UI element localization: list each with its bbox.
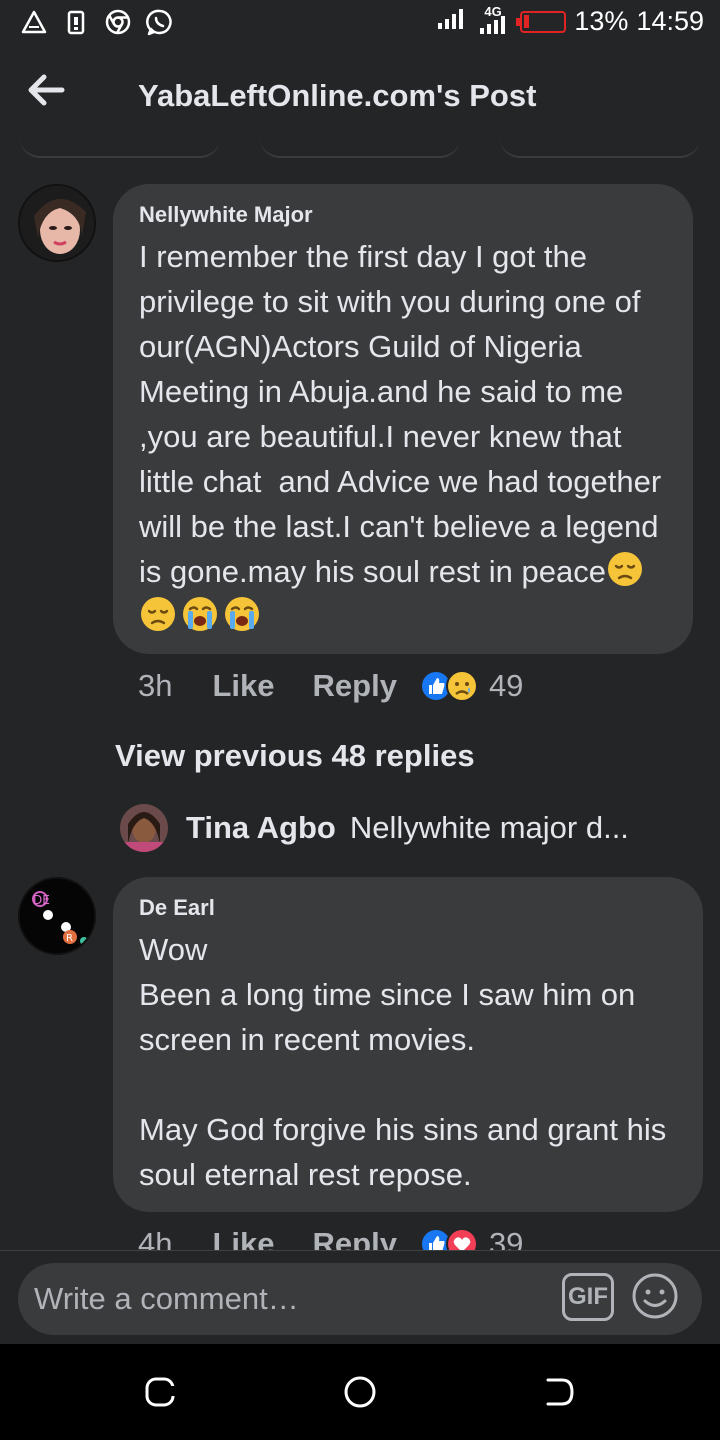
battery-icon <box>516 10 567 33</box>
smiley-icon <box>632 1273 678 1319</box>
comment-text: Wow Been a long time since I saw him on … <box>139 932 667 1192</box>
svg-text:R: R <box>66 933 73 944</box>
back-button[interactable] <box>26 72 70 112</box>
status-right: 4G 13% 14:59 <box>436 4 704 37</box>
clock: 14:59 <box>636 6 704 36</box>
pensive-face-icon <box>141 597 175 631</box>
gif-label: GIF <box>568 1283 608 1310</box>
avatar[interactable]: DE R <box>18 877 96 955</box>
home-icon <box>344 1376 376 1408</box>
system-nav-bar <box>0 1344 720 1440</box>
page-title: YabaLeftOnline.com's Post <box>138 78 537 113</box>
comment-bubble[interactable]: Nellywhite Major I remember the first da… <box>113 184 693 654</box>
arrow-left-icon <box>28 74 65 106</box>
app-header: YabaLeftOnline.com's Post <box>0 50 720 140</box>
loudly-crying-face-icon <box>183 597 217 631</box>
chip-remnant <box>260 138 460 158</box>
emoji-button[interactable] <box>631 1272 679 1320</box>
comment-composer[interactable]: GIF <box>18 1263 702 1335</box>
chrome-icon <box>104 8 132 36</box>
comment-time: 3h <box>138 668 173 703</box>
comment-actions: 3h Like Reply 49 <box>138 668 523 704</box>
reply-author[interactable]: Tina Agbo <box>186 810 336 846</box>
pensive-face-icon <box>607 552 642 586</box>
whatsapp-icon <box>146 8 174 36</box>
recents-icon <box>145 1377 175 1407</box>
reply-preview[interactable]: Tina Agbo Nellywhite major d... <box>120 804 629 852</box>
chip-remnant <box>20 138 220 158</box>
gif-button[interactable]: GIF <box>562 1273 614 1321</box>
chip-remnant <box>500 138 700 158</box>
comment-text-body: I remember the first day I got the privi… <box>139 239 670 589</box>
back-nav-icon <box>544 1378 574 1406</box>
reaction-summary[interactable] <box>419 669 479 703</box>
comment-text: I remember the first day I got the privi… <box>139 234 667 639</box>
comment-input[interactable] <box>34 1277 554 1321</box>
signal-icon <box>436 7 468 36</box>
avatar[interactable] <box>18 184 96 262</box>
loudly-crying-face-icon <box>225 597 259 631</box>
svg-text:DE: DE <box>33 893 50 907</box>
sad-reaction-icon <box>445 670 478 702</box>
recent-apps-button[interactable] <box>140 1372 180 1412</box>
battery-percent: 13% <box>574 6 629 36</box>
reply-button[interactable]: Reply <box>313 668 397 704</box>
view-previous-replies-link[interactable]: View previous 48 replies <box>115 738 475 774</box>
status-left-icons <box>20 8 174 36</box>
sim-icon <box>62 8 90 36</box>
reaction-count: 49 <box>488 668 524 703</box>
comment-composer-bar: GIF <box>0 1250 720 1344</box>
back-nav-button[interactable] <box>540 1372 580 1412</box>
like-button[interactable]: Like <box>212 668 274 704</box>
home-button[interactable] <box>340 1372 380 1412</box>
status-bar: 4G 13% 14:59 <box>0 0 720 50</box>
comment-bubble[interactable]: De Earl Wow Been a long time since I saw… <box>113 877 703 1212</box>
warning-icon <box>20 8 48 36</box>
reply-snippet: Nellywhite major d... <box>349 810 629 845</box>
comment-author[interactable]: Nellywhite Major <box>139 202 667 228</box>
comment-author[interactable]: De Earl <box>139 895 677 921</box>
network-4g-icon: 4G <box>476 4 512 36</box>
avatar[interactable] <box>120 804 168 852</box>
